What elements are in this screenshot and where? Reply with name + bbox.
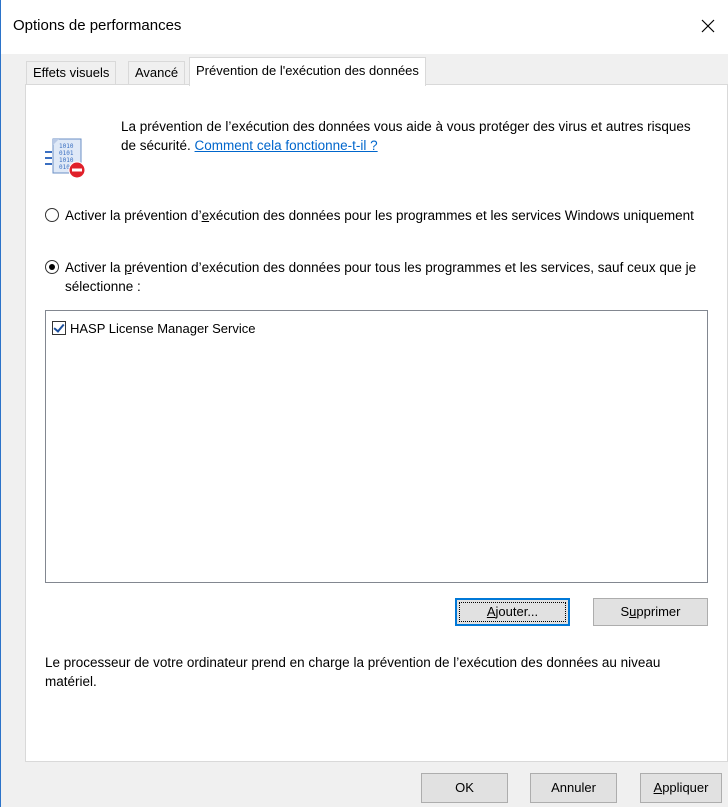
radio-all-except[interactable]	[45, 260, 59, 274]
tab-strip: Effets visuels Avancé Prévention de l'ex…	[1, 54, 728, 86]
option-windows-only-label: Activer la prévention d’exécution des do…	[65, 208, 694, 223]
close-icon	[701, 19, 715, 33]
performance-options-dialog: Options de performances Effets visuels A…	[0, 0, 728, 807]
tab-visual-effects[interactable]: Effets visuels	[26, 61, 117, 85]
list-item-label: HASP License Manager Service	[70, 320, 256, 336]
hardware-support-text: Le processeur de votre ordinateur prend …	[45, 655, 661, 689]
option-all-except[interactable]: Activer la prévention d’exécution des do…	[45, 258, 715, 296]
apply-button[interactable]: Appliquer	[640, 773, 722, 803]
svg-text:0101: 0101	[59, 150, 74, 157]
option-all-except-label: Activer la prévention d’exécution des do…	[65, 260, 697, 294]
focus-rectangle	[459, 602, 566, 622]
list-item[interactable]: HASP License Manager Service	[52, 319, 255, 337]
remove-button[interactable]: Supprimer	[593, 598, 708, 626]
data-execution-prevention-icon: 1010 0101 1010 010	[45, 138, 86, 179]
cancel-button[interactable]: Annuler	[530, 773, 617, 803]
tab-data-execution-prevention[interactable]: Prévention de l'exécution des données	[189, 57, 426, 86]
svg-text:1010: 1010	[59, 157, 74, 164]
title-bar: Options de performances	[1, 0, 728, 54]
hasp-checkbox[interactable]	[52, 321, 66, 335]
window-title: Options de performances	[13, 17, 182, 34]
svg-text:1010: 1010	[59, 143, 74, 150]
ok-button[interactable]: OK	[421, 773, 508, 803]
radio-windows-only[interactable]	[45, 208, 59, 222]
intro-text: La prévention de l’exécution des données…	[121, 117, 701, 155]
exception-list[interactable]: HASP License Manager Service	[45, 310, 708, 583]
how-it-works-link[interactable]: Comment cela fonctionne-t-il ?	[195, 138, 378, 153]
tab-advanced[interactable]: Avancé	[128, 61, 186, 85]
close-button[interactable]	[688, 8, 728, 44]
option-windows-only[interactable]: Activer la prévention d’exécution des do…	[45, 206, 715, 225]
add-button[interactable]: Ajouter...	[455, 598, 570, 626]
